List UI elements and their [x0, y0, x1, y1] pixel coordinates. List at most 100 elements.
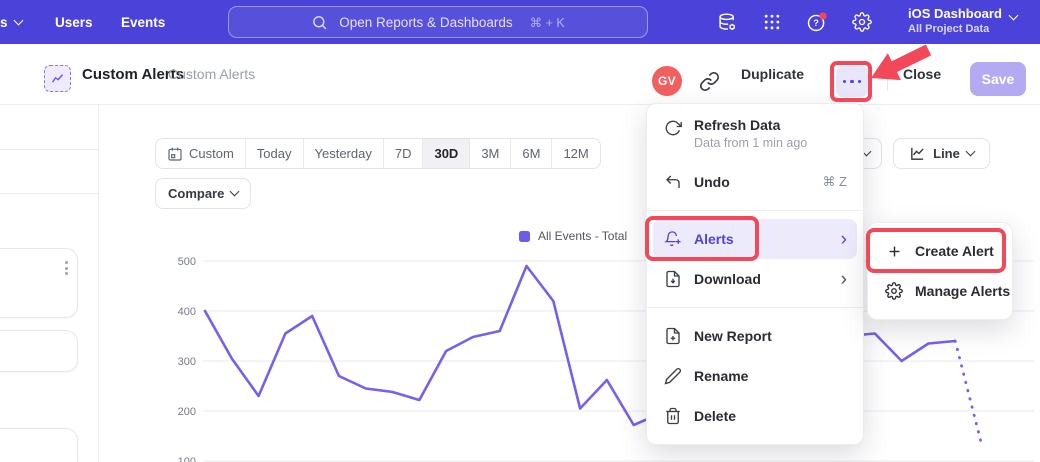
svg-text:?: ?: [813, 18, 819, 28]
range-yesterday[interactable]: Yesterday: [303, 139, 383, 168]
range-label: Custom: [189, 146, 234, 161]
menu-item-label: Alerts: [694, 231, 734, 247]
data-management-button[interactable]: [716, 11, 738, 33]
svg-text:100: 100: [178, 456, 196, 462]
submenu-item-label: Create Alert: [915, 243, 994, 259]
copy-link-button[interactable]: [699, 71, 721, 93]
nav-item-events[interactable]: Events: [121, 0, 165, 44]
chart-type-button[interactable]: Line: [893, 138, 990, 169]
date-range-selector: Custom Today Yesterday 7D 30D 3M 6M 12M: [155, 138, 601, 169]
chart-type-label: Line: [933, 146, 960, 161]
nav-item-stub[interactable]: s: [0, 0, 22, 44]
avatar[interactable]: GV: [652, 66, 682, 96]
submenu-item-manage-alerts[interactable]: Manage Alerts: [868, 271, 1012, 311]
calendar-icon: [167, 146, 183, 162]
trash-icon: [663, 407, 683, 425]
plus-icon: [884, 243, 904, 260]
report-chart-icon: [44, 65, 71, 92]
save-button[interactable]: Save: [970, 62, 1026, 96]
line-chart-icon: [909, 145, 926, 162]
menu-item-shortcut: ⌘ Z: [822, 174, 847, 190]
range-12m[interactable]: 12M: [551, 139, 599, 168]
range-custom[interactable]: Custom: [156, 139, 245, 168]
ellipsis-icon: [843, 80, 847, 84]
database-gear-icon: [717, 12, 738, 33]
link-icon: [699, 71, 720, 92]
legend-label: All Events - Total: [538, 229, 627, 243]
refresh-icon: [663, 119, 683, 137]
duplicate-button[interactable]: Duplicate: [741, 44, 804, 104]
project-chevron-down-icon[interactable]: [1009, 11, 1019, 21]
chart-legend[interactable]: All Events - Total: [519, 229, 627, 243]
menu-item-subtitle: Data from 1 min ago: [694, 136, 807, 150]
nav-events-label: Events: [121, 15, 165, 30]
svg-text:200: 200: [178, 406, 196, 418]
report-header: Custom Alerts Custom Alerts GV Duplicate…: [0, 44, 1040, 105]
menu-item-label: Undo: [694, 174, 730, 190]
range-30d-active[interactable]: 30D: [422, 139, 469, 168]
close-label: Close: [903, 66, 941, 82]
search-placeholder: Open Reports & Dashboards: [339, 15, 512, 30]
gear-icon: [884, 282, 904, 300]
more-options-button[interactable]: [836, 66, 868, 97]
chevron-down-icon: [13, 15, 23, 25]
search-shortcut: ⌘ + K: [530, 15, 565, 30]
chevron-down-icon: [965, 147, 975, 157]
pencil-icon: [663, 367, 683, 385]
gear-icon: [852, 12, 872, 32]
menu-item-alerts[interactable]: Alerts ›: [653, 219, 857, 259]
apps-grid-button[interactable]: [761, 11, 783, 33]
submenu-chevron-icon: ›: [841, 270, 847, 289]
project-switcher[interactable]: iOS Dashboard All Project Data: [908, 6, 1002, 35]
undo-icon: [663, 173, 683, 191]
help-button[interactable]: ?: [806, 11, 828, 33]
menu-item-label: Refresh Data: [694, 117, 807, 133]
submenu-item-create-alert[interactable]: Create Alert: [868, 231, 1012, 271]
svg-text:500: 500: [178, 256, 196, 268]
menu-item-label: Download: [694, 271, 761, 287]
top-navbar: s Users Events Open Reports & Dashboards…: [0, 0, 1040, 44]
menu-divider: [647, 307, 863, 308]
duplicate-label: Duplicate: [741, 66, 804, 82]
menu-item-rename[interactable]: Rename: [647, 356, 863, 396]
nav-item-users[interactable]: Users: [55, 0, 93, 44]
app-window: s Users Events Open Reports & Dashboards…: [0, 0, 1040, 462]
apps-grid-icon: [762, 12, 782, 32]
menu-item-label: Delete: [694, 408, 736, 424]
help-icon: ?: [806, 11, 828, 34]
bell-plus-icon: [663, 230, 683, 248]
submenu-chevron-icon: ›: [841, 230, 847, 249]
nav-stub-label: s: [0, 15, 8, 30]
more-options-menu: Refresh Data Data from 1 min ago Undo ⌘ …: [646, 103, 864, 445]
download-icon: [663, 270, 683, 288]
header-divider: [887, 66, 888, 91]
close-button[interactable]: Close: [903, 44, 941, 104]
settings-button[interactable]: [851, 11, 873, 33]
menu-item-new-report[interactable]: New Report: [647, 316, 863, 356]
range-7d[interactable]: 7D: [383, 139, 423, 168]
search-input[interactable]: Open Reports & Dashboards ⌘ + K: [228, 6, 648, 38]
submenu-item-label: Manage Alerts: [915, 283, 1010, 299]
menu-divider: [647, 210, 863, 211]
project-title: iOS Dashboard: [908, 6, 1002, 21]
project-subtitle: All Project Data: [908, 23, 1002, 35]
menu-item-label: New Report: [694, 328, 772, 344]
menu-item-download[interactable]: Download ›: [647, 259, 863, 299]
svg-text:400: 400: [178, 306, 196, 318]
file-plus-icon: [663, 327, 683, 345]
menu-item-undo[interactable]: Undo ⌘ Z: [647, 162, 863, 202]
menu-item-refresh-data[interactable]: Refresh Data Data from 1 min ago: [647, 112, 863, 162]
compare-label: Compare: [168, 186, 224, 201]
legend-swatch: [519, 231, 530, 242]
chevron-down-icon: [230, 187, 240, 197]
svg-text:300: 300: [178, 356, 196, 368]
nav-users-label: Users: [55, 15, 93, 30]
menu-item-delete[interactable]: Delete: [647, 396, 863, 436]
range-3m[interactable]: 3M: [469, 139, 510, 168]
range-today[interactable]: Today: [245, 139, 303, 168]
compare-button[interactable]: Compare: [155, 178, 251, 209]
search-icon: [311, 14, 328, 31]
breadcrumb: Custom Alerts: [168, 44, 255, 104]
menu-item-label: Rename: [694, 368, 748, 384]
range-6m[interactable]: 6M: [510, 139, 551, 168]
